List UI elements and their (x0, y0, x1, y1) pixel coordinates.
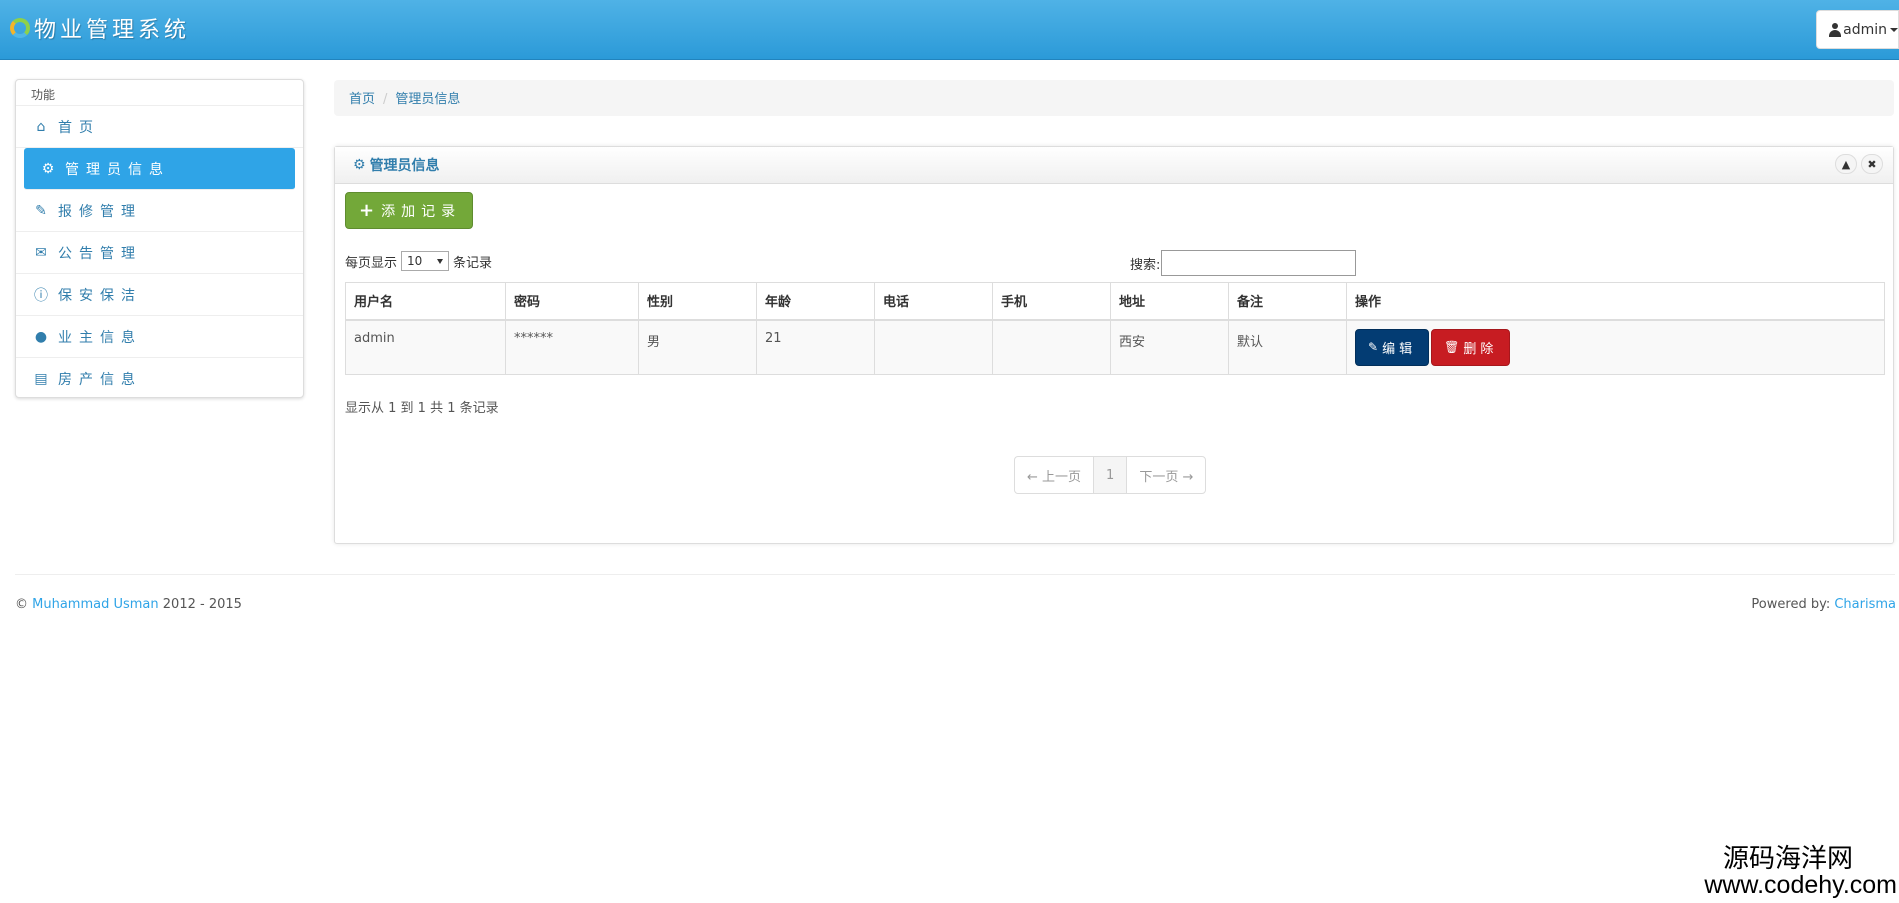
column-header-gender[interactable]: 性别 (638, 282, 757, 321)
next-page-button[interactable]: 下一页 → (1127, 457, 1205, 493)
sidebar-item-notice[interactable]: ✉ 公告管理 (16, 232, 303, 274)
sidebar-item-label: 报修管理 (58, 203, 142, 220)
prev-page-button[interactable]: ← 上一页 (1015, 457, 1095, 493)
logo-icon (10, 18, 30, 38)
brand[interactable]: 物业管理系统 (10, 13, 190, 43)
sidebar-item-label: 首页 (58, 119, 100, 136)
column-header-age[interactable]: 年龄 (756, 282, 875, 321)
sidebar-item-repair[interactable]: ✎ 报修管理 (16, 190, 303, 232)
chevron-down-icon (1890, 27, 1898, 32)
wrench-icon: ✎ (35, 202, 47, 219)
column-header-username[interactable]: 用户名 (345, 282, 506, 321)
sidebar: 功能 ⌂ 首页 ⚙ 管理员信息 ✎ 报修管理 ✉ 公告管理 ⓘ 保安保洁 ● 业… (15, 79, 304, 398)
author-link[interactable]: Muhammad Usman (32, 597, 159, 612)
cell-age: 21 (756, 319, 875, 375)
cell-mobile (992, 319, 1111, 375)
watermark-url: www.codehy.com (1704, 871, 1897, 899)
footer-copyright: © Muhammad Usman 2012 - 2015 (15, 597, 242, 612)
sidebar-item-owners[interactable]: ● 业主信息 (16, 316, 303, 358)
footer-divider (15, 574, 1895, 575)
footer-powered: Powered by: Charisma (1751, 597, 1896, 612)
sidebar-item-admin-info[interactable]: ⚙ 管理员信息 (24, 148, 295, 190)
column-header-mobile[interactable]: 手机 (992, 282, 1111, 321)
column-header-phone[interactable]: 电话 (874, 282, 993, 321)
info-icon: ⓘ (34, 287, 48, 304)
breadcrumb-home[interactable]: 首页 (349, 92, 375, 107)
search-input[interactable] (1161, 250, 1357, 276)
user-icon: ● (34, 328, 48, 345)
sidebar-item-home[interactable]: ⌂ 首页 (16, 106, 303, 148)
powered-label: Powered by: (1751, 597, 1831, 612)
page-length-select[interactable]: 10 (401, 251, 450, 271)
sidebar-item-label: 房产信息 (58, 372, 142, 388)
breadcrumb: 首页 / 管理员信息 (334, 80, 1894, 116)
add-record-label: 添加记录 (381, 203, 462, 220)
length-prefix: 每页显示 (345, 255, 398, 271)
top-navbar: 物业管理系统 admin (0, 0, 1899, 60)
admin-table: 用户名 密码 性别 年龄 电话 手机 地址 备注 操作 admin ******… (345, 282, 1885, 375)
close-button[interactable]: ✖ (1861, 154, 1883, 174)
plus-icon: + (359, 200, 375, 221)
copyright-years: 2012 - 2015 (162, 597, 242, 612)
delete-button[interactable]: 🗑 删除 (1431, 328, 1511, 366)
sidebar-item-label: 管理员信息 (65, 161, 170, 178)
pagination: ← 上一页 1 下一页 → (1014, 456, 1207, 494)
page-length-control: 每页显示 10 条记录 (345, 251, 492, 271)
gear-icon: ⚙ (353, 157, 366, 173)
sidebar-item-label: 公告管理 (58, 245, 142, 262)
table-row: admin ****** 男 21 西安 默认 ✎ 编辑 🗑 删除 (345, 319, 1885, 375)
cell-username: admin (345, 319, 506, 375)
panel-header: ⚙ 管理员信息 (335, 147, 1893, 184)
chevron-down-icon (437, 258, 444, 264)
breadcrumb-current[interactable]: 管理员信息 (395, 92, 460, 107)
breadcrumb-separator: / (383, 92, 388, 107)
list-icon: ▤ (34, 371, 48, 387)
table-header-row: 用户名 密码 性别 年龄 电话 手机 地址 备注 操作 (345, 282, 1885, 321)
add-record-button[interactable]: + 添加记录 (345, 192, 473, 229)
admin-info-panel: ⚙ 管理员信息 ▲ ✖ + 添加记录 每页显示 10 条记录 搜索: 用户名 密… (334, 146, 1894, 544)
panel-title: 管理员信息 (369, 158, 440, 174)
search-control: 搜索: (1130, 250, 1357, 276)
column-header-password[interactable]: 密码 (505, 282, 639, 321)
cell-password: ****** (505, 319, 639, 375)
sidebar-item-property[interactable]: ▤ 房产信息 (16, 358, 303, 400)
sidebar-item-label: 业主信息 (58, 329, 142, 346)
sidebar-title: 功能 (16, 80, 303, 106)
app-title: 物业管理系统 (34, 18, 191, 43)
sidebar-item-label: 保安保洁 (58, 287, 142, 304)
home-icon: ⌂ (36, 118, 46, 135)
page-length-value: 10 (407, 254, 423, 268)
trash-icon: 🗑 (1444, 340, 1460, 354)
close-icon: ✖ (1867, 157, 1877, 171)
gear-icon: ⚙ (41, 160, 55, 177)
column-header-address[interactable]: 地址 (1110, 282, 1229, 321)
cell-address: 西安 (1110, 319, 1229, 375)
watermark-title: 源码海洋网 (1722, 844, 1853, 874)
column-header-note[interactable]: 备注 (1228, 282, 1347, 321)
search-label: 搜索: (1130, 257, 1161, 273)
user-icon (1829, 22, 1842, 37)
cell-actions: ✎ 编辑 🗑 删除 (1346, 319, 1885, 375)
cell-gender: 男 (638, 319, 757, 375)
collapse-button[interactable]: ▲ (1835, 154, 1857, 174)
copyright-symbol: © (15, 597, 28, 612)
powered-link[interactable]: Charisma (1834, 597, 1896, 612)
watermark: 源码海洋网 www.codehy.com (1704, 846, 1897, 898)
sidebar-item-security[interactable]: ⓘ 保安保洁 (16, 274, 303, 316)
cell-note: 默认 (1228, 319, 1347, 375)
cell-phone (874, 319, 993, 375)
table-info: 显示从 1 到 1 共 1 条记录 (345, 401, 499, 416)
user-menu-button[interactable]: admin (1816, 10, 1899, 49)
envelope-icon: ✉ (35, 244, 47, 261)
delete-label: 删除 (1463, 341, 1498, 357)
edit-label: 编辑 (1382, 341, 1417, 357)
user-name: admin (1843, 21, 1887, 38)
column-header-actions: 操作 (1346, 282, 1885, 321)
length-suffix: 条记录 (453, 255, 493, 271)
page-1-button[interactable]: 1 (1094, 457, 1128, 493)
edit-icon: ✎ (1368, 340, 1379, 354)
chevron-up-icon: ▲ (1841, 157, 1851, 171)
edit-button[interactable]: ✎ 编辑 (1355, 328, 1430, 366)
